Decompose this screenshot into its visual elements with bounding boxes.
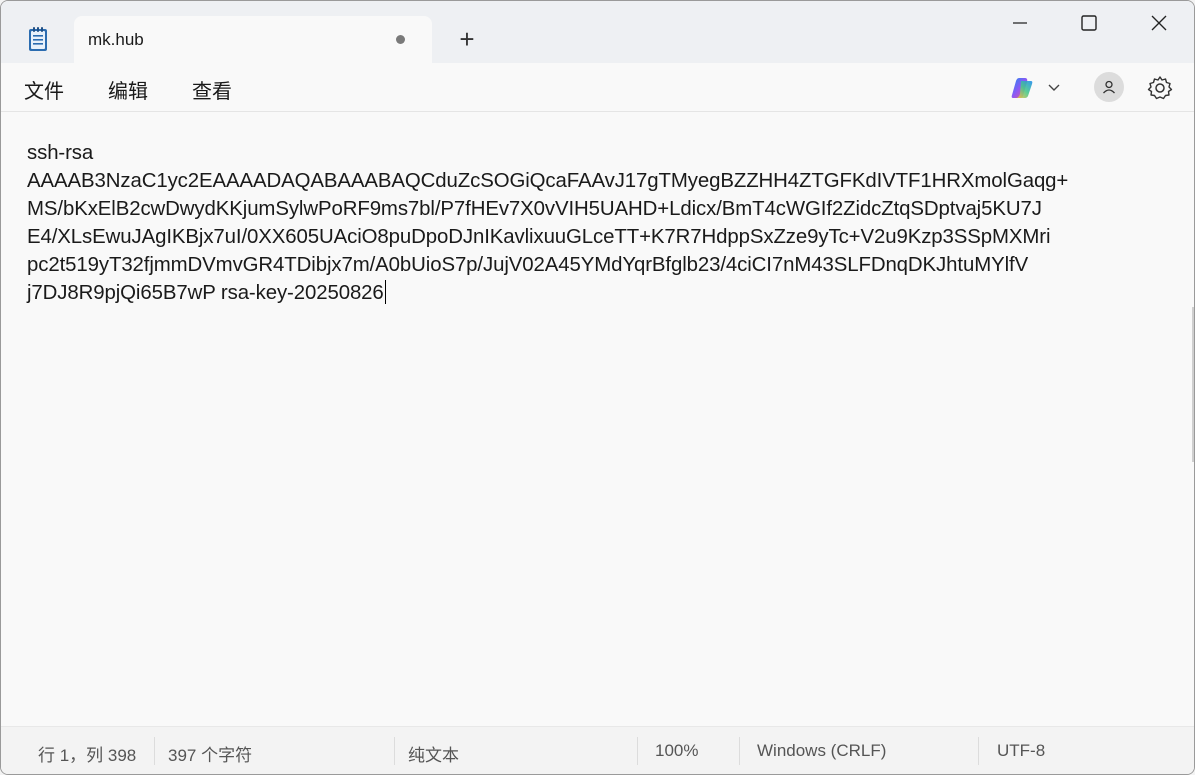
text-caret <box>384 280 386 304</box>
editor-line: MS/bKxElB2cwDwydKKjumSylwPoRF9ms7bl/P7fH… <box>27 198 1042 220</box>
menu-edit[interactable]: 编辑 <box>108 75 148 104</box>
status-bar: 行 1，列 398 397 个字符 纯文本 100% Windows (CRLF… <box>1 726 1194 774</box>
status-divider <box>739 737 740 765</box>
editor-content[interactable]: ssh-rsa AAAAB3NzaC1yc2EAAAADAQABAAABAQCdu… <box>27 139 1192 307</box>
file-format: 纯文本 <box>408 746 459 765</box>
editor-line: E4/XLsEwuJAgIKBjx7uI/0XX605UAciO8puDpoDJ… <box>27 226 1051 248</box>
vertical-scrollbar[interactable] <box>1192 307 1194 462</box>
status-divider <box>637 737 638 765</box>
copilot-icon[interactable] <box>1009 75 1035 101</box>
menu-file[interactable]: 文件 <box>24 75 64 104</box>
text-editor[interactable]: ssh-rsa AAAAB3NzaC1yc2EAAAADAQABAAABAQCdu… <box>1 112 1194 726</box>
maximize-icon <box>1081 15 1097 31</box>
unsaved-dot-icon[interactable] <box>396 35 405 44</box>
menu-bar: 文件 编辑 查看 <box>1 63 1194 112</box>
cursor-position: 行 1，列 398 <box>38 746 137 765</box>
tab-title: mk.hub <box>88 30 144 49</box>
editor-line: ssh-rsa <box>27 142 94 164</box>
editor-line: pc2t519yT32fjmmDVmvGR4TDibjx7m/A0bUioS7p… <box>27 254 1029 276</box>
encoding[interactable]: UTF-8 <box>997 741 1045 761</box>
close-icon <box>1151 15 1167 31</box>
char-count: 397 个字符 <box>168 746 253 765</box>
tab-mk-hub[interactable]: mk.hub <box>74 16 432 63</box>
editor-line: j7DJ8R9pjQi65B7wP rsa-key-20250826 <box>27 282 384 304</box>
minimize-icon <box>1013 22 1027 24</box>
account-button[interactable] <box>1094 72 1124 102</box>
editor-last-line-wrap: j7DJ8R9pjQi65B7wP rsa-key-20250826 <box>27 279 1192 307</box>
minimize-button[interactable] <box>997 1 1043 45</box>
account-icon <box>1103 80 1115 94</box>
notepad-window: mk.hub + 文件 编辑 查看 ssh-rsa AAAAB3NzaC1yc2… <box>0 0 1195 775</box>
menu-view[interactable]: 查看 <box>192 75 232 104</box>
new-tab-button[interactable]: + <box>453 26 481 54</box>
line-ending[interactable]: Windows (CRLF) <box>757 741 886 761</box>
editor-line: AAAAB3NzaC1yc2EAAAADAQABAAABAQCduZcSOGiQ… <box>27 170 1069 192</box>
zoom-level[interactable]: 100% <box>655 741 698 761</box>
chevron-down-icon[interactable] <box>1046 79 1062 95</box>
status-divider <box>154 737 155 765</box>
close-button[interactable] <box>1136 1 1182 45</box>
status-divider <box>978 737 979 765</box>
gear-icon[interactable] <box>1147 75 1173 101</box>
notepad-app-icon <box>29 27 47 51</box>
status-divider <box>394 737 395 765</box>
title-bar: mk.hub + <box>1 1 1194 63</box>
maximize-button[interactable] <box>1066 1 1112 45</box>
